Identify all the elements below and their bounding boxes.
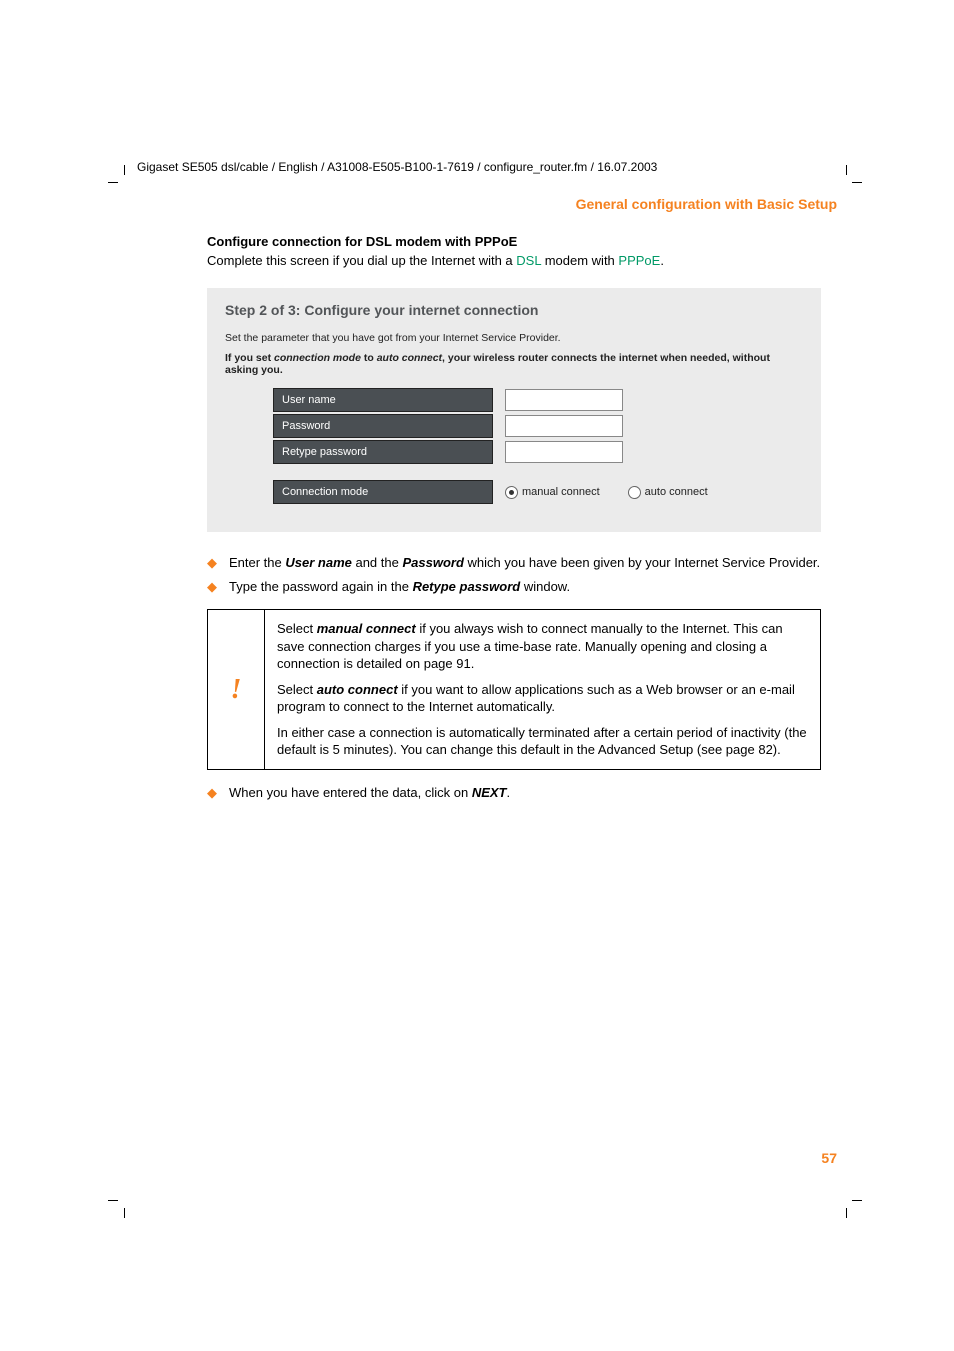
b1-bold1: User name bbox=[285, 555, 351, 570]
manual-connect-radio[interactable]: manual connect bbox=[505, 486, 600, 499]
bullet-marker-icon: ◆ bbox=[207, 578, 217, 596]
bullet-marker-icon: ◆ bbox=[207, 554, 217, 572]
intro-text-post: . bbox=[660, 253, 664, 268]
note-p1-bold: manual connect bbox=[317, 621, 416, 636]
b3-bold: NEXT bbox=[472, 785, 507, 800]
page-number: 57 bbox=[821, 1150, 837, 1166]
wizard-instruction-2: If you set connection mode to auto conne… bbox=[225, 352, 803, 376]
b1-bold2: Password bbox=[402, 555, 463, 570]
connection-mode-label: Connection mode bbox=[273, 480, 493, 504]
b2-bold: Retype password bbox=[413, 579, 521, 594]
manual-connect-label: manual connect bbox=[522, 486, 600, 498]
intro-text-mid: modem with bbox=[541, 253, 618, 268]
radio-selected-icon bbox=[505, 486, 518, 499]
instruction-bullet-3: ◆ When you have entered the data, click … bbox=[207, 784, 837, 802]
wizard-line2-mid: to bbox=[361, 352, 377, 364]
username-input[interactable] bbox=[505, 389, 623, 411]
pppoe-link[interactable]: PPPoE bbox=[618, 253, 660, 268]
username-label: User name bbox=[273, 388, 493, 412]
wizard-step-title: Step 2 of 3: Configure your internet con… bbox=[225, 302, 803, 318]
b1-mid: and the bbox=[352, 555, 403, 570]
note-paragraph-3: In either case a connection is automatic… bbox=[277, 724, 808, 759]
config-intro: Complete this screen if you dial up the … bbox=[207, 253, 837, 268]
b3-pre: When you have entered the data, click on bbox=[229, 785, 472, 800]
doc-header-path: Gigaset SE505 dsl/cable / English / A310… bbox=[137, 160, 837, 174]
password-label: Password bbox=[273, 414, 493, 438]
b1-post: which you have been given by your Intern… bbox=[464, 555, 820, 570]
section-title: General configuration with Basic Setup bbox=[137, 196, 837, 212]
auto-connect-label: auto connect bbox=[645, 486, 708, 498]
note-paragraph-2: Select auto connect if you want to allow… bbox=[277, 681, 808, 716]
password-input[interactable] bbox=[505, 415, 623, 437]
note-paragraph-1: Select manual connect if you always wish… bbox=[277, 620, 808, 673]
auto-connect-radio[interactable]: auto connect bbox=[628, 486, 708, 499]
retype-password-label: Retype password bbox=[273, 440, 493, 464]
note-icon: ! bbox=[208, 610, 265, 769]
radio-unselected-icon bbox=[628, 486, 641, 499]
b2-pre: Type the password again in the bbox=[229, 579, 413, 594]
config-heading: Configure connection for DSL modem with … bbox=[207, 234, 837, 249]
wizard-line2-em2: auto connect bbox=[377, 352, 442, 364]
b1-pre: Enter the bbox=[229, 555, 285, 570]
note-p2-bold: auto connect bbox=[317, 682, 398, 697]
retype-password-input[interactable] bbox=[505, 441, 623, 463]
instruction-bullet-2: ◆ Type the password again in the Retype … bbox=[207, 578, 837, 596]
b2-post: window. bbox=[520, 579, 570, 594]
dsl-link[interactable]: DSL bbox=[516, 253, 541, 268]
wizard-line2-pre: If you set bbox=[225, 352, 274, 364]
note-box: ! Select manual connect if you always wi… bbox=[207, 609, 821, 770]
note-p2-pre: Select bbox=[277, 682, 317, 697]
note-p1-pre: Select bbox=[277, 621, 317, 636]
wizard-panel: Step 2 of 3: Configure your internet con… bbox=[207, 288, 821, 532]
b3-post: . bbox=[507, 785, 511, 800]
wizard-instruction-1: Set the parameter that you have got from… bbox=[225, 332, 803, 344]
bullet-marker-icon: ◆ bbox=[207, 784, 217, 802]
instruction-bullet-1: ◆ Enter the User name and the Password w… bbox=[207, 554, 837, 572]
intro-text-pre: Complete this screen if you dial up the … bbox=[207, 253, 516, 268]
wizard-line2-em1: connection mode bbox=[274, 352, 361, 364]
